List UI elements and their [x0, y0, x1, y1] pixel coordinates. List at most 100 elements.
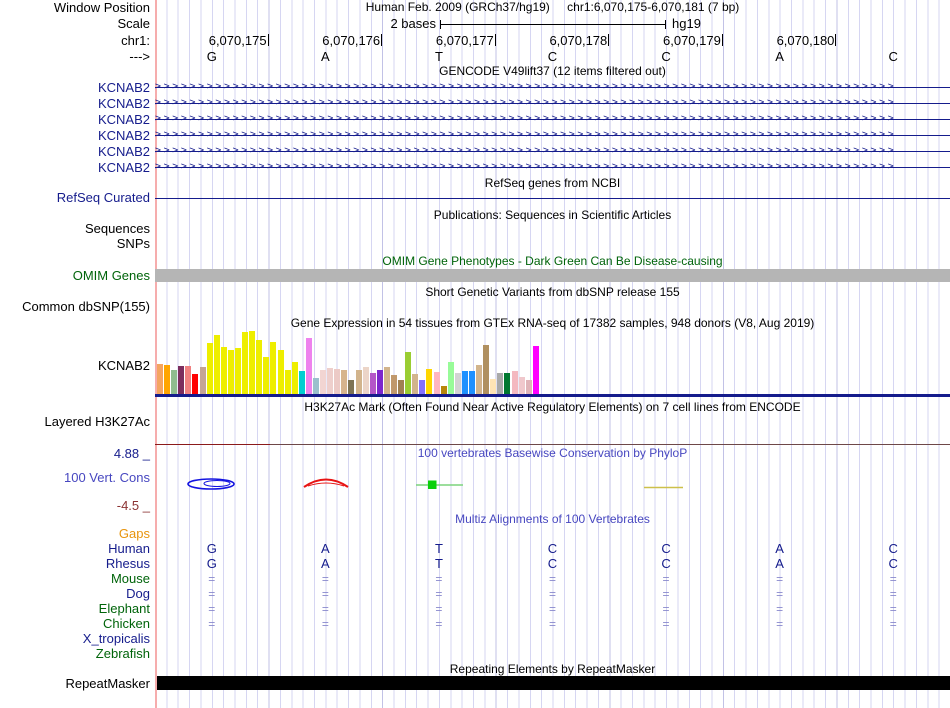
omim-genes-label[interactable]: OMIM Genes: [0, 269, 150, 283]
gencode-transcript-line[interactable]: >>>>>>>>>>>>>>>>>>>>>>>>>>>>>>>>>>>>>>>>…: [155, 97, 950, 109]
gtex-bar[interactable]: [525, 380, 532, 394]
gtex-bar[interactable]: [334, 369, 341, 394]
gtex-bar[interactable]: [320, 370, 327, 394]
multiz-species-label[interactable]: Dog: [0, 587, 150, 601]
gtex-bar[interactable]: [447, 362, 454, 394]
gtex-bar[interactable]: [383, 367, 390, 394]
gtex-bar[interactable]: [171, 370, 178, 394]
gtex-bar[interactable]: [291, 362, 298, 394]
repeatmasker-label[interactable]: RepeatMasker: [0, 677, 150, 691]
h3k27ac-label[interactable]: Layered H3K27Ac: [0, 415, 150, 429]
dbsnp-track-title[interactable]: Short Genetic Variants from dbSNP releas…: [155, 286, 950, 299]
repeatmasker-track-title[interactable]: Repeating Elements by RepeatMasker: [155, 663, 950, 676]
gencode-transcript-line[interactable]: >>>>>>>>>>>>>>>>>>>>>>>>>>>>>>>>>>>>>>>>…: [155, 113, 950, 125]
gtex-bar[interactable]: [192, 374, 199, 394]
omim-track-title[interactable]: OMIM Gene Phenotypes - Dark Green Can Be…: [155, 255, 950, 268]
gtex-bar[interactable]: [157, 364, 163, 394]
gencode-transcript-line[interactable]: >>>>>>>>>>>>>>>>>>>>>>>>>>>>>>>>>>>>>>>>…: [155, 145, 950, 157]
gencode-transcript-line[interactable]: >>>>>>>>>>>>>>>>>>>>>>>>>>>>>>>>>>>>>>>>…: [155, 81, 950, 93]
multiz-species-label[interactable]: Rhesus: [0, 557, 150, 571]
gtex-bar[interactable]: [369, 373, 376, 394]
repeatmasker-element-bar[interactable]: [157, 676, 950, 690]
gtex-bar[interactable]: [220, 347, 227, 394]
gtex-bar[interactable]: [312, 378, 319, 394]
gencode-gene-label[interactable]: KCNAB2: [0, 145, 150, 159]
gtex-bar[interactable]: [518, 377, 525, 394]
phylop-red-arc-inner[interactable]: [307, 482, 345, 487]
gtex-bar[interactable]: [476, 365, 483, 394]
multiz-species-label[interactable]: Zebrafish: [0, 647, 150, 661]
publications-sequences-label[interactable]: Sequences: [0, 222, 150, 236]
gtex-bar[interactable]: [341, 370, 348, 394]
gtex-bar[interactable]: [185, 366, 192, 394]
gtex-bar[interactable]: [178, 366, 185, 394]
gtex-track-title[interactable]: Gene Expression in 54 tissues from GTEx …: [155, 317, 950, 330]
gtex-bar[interactable]: [468, 371, 475, 394]
omim-gene-bar[interactable]: [155, 269, 950, 282]
phylop-green-point[interactable]: [428, 480, 437, 490]
gtex-bar[interactable]: [327, 368, 334, 394]
gtex-bar[interactable]: [490, 379, 497, 394]
gtex-bar[interactable]: [242, 332, 249, 394]
gtex-bar[interactable]: [249, 331, 256, 394]
gencode-gene-label[interactable]: KCNAB2: [0, 81, 150, 95]
gtex-bar[interactable]: [440, 386, 447, 394]
gtex-bar[interactable]: [390, 375, 397, 394]
gtex-bar[interactable]: [454, 373, 461, 394]
dbsnp-label[interactable]: Common dbSNP(155): [0, 300, 150, 314]
multiz-species-label[interactable]: Human: [0, 542, 150, 556]
refseq-gene-line[interactable]: [155, 198, 950, 199]
gtex-baseline[interactable]: [155, 394, 950, 397]
gtex-bar[interactable]: [277, 350, 284, 394]
gtex-bar[interactable]: [164, 365, 171, 394]
gtex-bar[interactable]: [305, 338, 312, 394]
refseq-curated-label[interactable]: RefSeq Curated: [0, 191, 150, 205]
publications-snps-label[interactable]: SNPs: [0, 237, 150, 251]
gencode-transcript-line[interactable]: >>>>>>>>>>>>>>>>>>>>>>>>>>>>>>>>>>>>>>>>…: [155, 161, 950, 173]
gtex-bar[interactable]: [263, 357, 270, 394]
gtex-bar[interactable]: [497, 373, 504, 394]
gtex-bar[interactable]: [504, 373, 511, 394]
gtex-bar[interactable]: [398, 380, 405, 394]
gtex-bar[interactable]: [199, 367, 206, 394]
gtex-bar[interactable]: [227, 350, 234, 394]
gencode-track-title[interactable]: GENCODE V49lift37 (12 items filtered out…: [155, 65, 950, 78]
gtex-bar[interactable]: [355, 370, 362, 394]
phylop-wiggle-shapes[interactable]: [155, 440, 950, 510]
gtex-bar[interactable]: [362, 367, 369, 394]
gtex-bar[interactable]: [376, 370, 383, 394]
multiz-species-label[interactable]: Chicken: [0, 617, 150, 631]
gtex-bar[interactable]: [348, 380, 355, 394]
multiz-species-label[interactable]: Gaps: [0, 527, 150, 541]
h3k27ac-track-title[interactable]: H3K27Ac Mark (Often Found Near Active Re…: [155, 401, 950, 414]
gtex-gene-label[interactable]: KCNAB2: [0, 359, 150, 373]
gtex-bar[interactable]: [213, 335, 220, 394]
gtex-bar[interactable]: [532, 346, 539, 394]
gtex-bar[interactable]: [256, 340, 263, 394]
gtex-bar[interactable]: [405, 352, 412, 394]
gtex-bar[interactable]: [419, 380, 426, 394]
gencode-gene-label[interactable]: KCNAB2: [0, 161, 150, 175]
gtex-bar[interactable]: [298, 371, 305, 394]
gtex-bar[interactable]: [461, 371, 468, 394]
gencode-gene-label[interactable]: KCNAB2: [0, 113, 150, 127]
gtex-bar[interactable]: [426, 369, 433, 394]
gtex-bar[interactable]: [511, 371, 518, 394]
gencode-gene-label[interactable]: KCNAB2: [0, 97, 150, 111]
gencode-gene-label[interactable]: KCNAB2: [0, 129, 150, 143]
multiz-species-label[interactable]: Elephant: [0, 602, 150, 616]
refseq-track-title[interactable]: RefSeq genes from NCBI: [155, 177, 950, 190]
gtex-bar[interactable]: [433, 372, 440, 394]
gtex-bar[interactable]: [206, 343, 213, 394]
gtex-bar[interactable]: [483, 345, 490, 394]
multiz-track-title[interactable]: Multiz Alignments of 100 Vertebrates: [155, 513, 950, 526]
phylop-blue-inner-loop[interactable]: [203, 479, 231, 488]
gtex-bar[interactable]: [270, 342, 277, 394]
multiz-species-label[interactable]: X_tropicalis: [0, 632, 150, 646]
gtex-bar[interactable]: [234, 348, 241, 394]
publications-track-title[interactable]: Publications: Sequences in Scientific Ar…: [155, 209, 950, 222]
conservation-label[interactable]: 100 Vert. Cons: [0, 471, 150, 485]
gtex-bar[interactable]: [284, 370, 291, 394]
multiz-species-label[interactable]: Mouse: [0, 572, 150, 586]
gtex-bar[interactable]: [412, 374, 419, 394]
